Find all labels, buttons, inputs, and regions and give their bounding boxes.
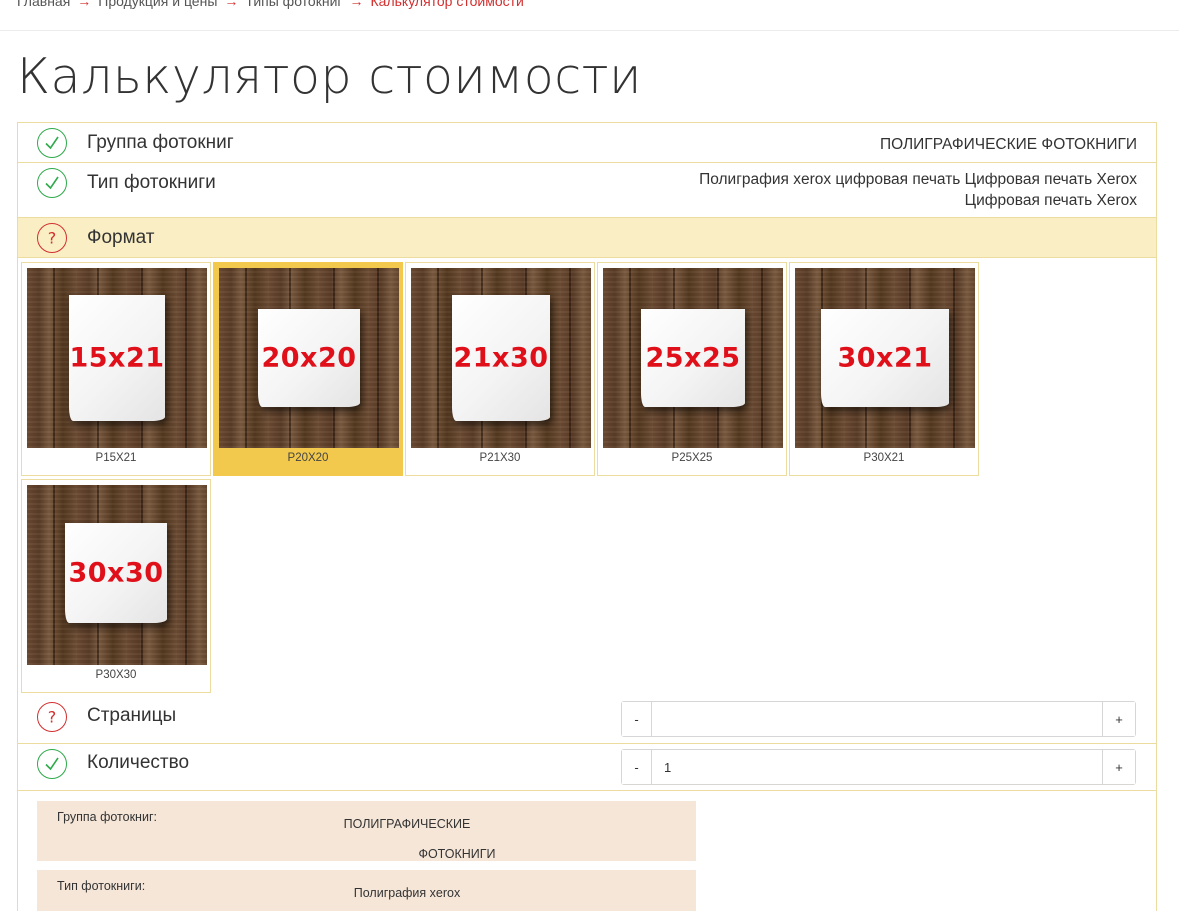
format-caption: P20X20 <box>287 452 329 464</box>
breadcrumb-separator: → <box>224 0 239 9</box>
format-caption: P25X25 <box>671 452 713 464</box>
calc-step-type[interactable]: Тип фотокниги Полиграфия xerox цифровая … <box>18 163 1156 218</box>
summary-key: Группа фотокниг: <box>57 810 157 824</box>
format-option-p25x25[interactable]: 25x25 P25X25 <box>597 262 787 476</box>
step-label: Формат <box>87 227 155 248</box>
format-caption: P30X30 <box>95 669 137 681</box>
step-value-line: Полиграфия xerox цифровая печать Цифрова… <box>699 171 1137 188</box>
page-title: Калькулятор стоимости <box>17 48 642 105</box>
summary-row: Группа фотокниг: ПОЛИГРАФИЧЕСКИЕ ФОТОКНИ… <box>37 801 696 861</box>
summary-value-line: ПОЛИГРАФИЧЕСКИЕ <box>343 817 471 831</box>
calc-step-format[interactable]: ? Формат <box>18 218 1156 258</box>
format-size-label: 20x20 <box>261 342 357 374</box>
format-option-p20x20[interactable]: 20x20 P20X20 <box>213 262 403 476</box>
format-option-p30x21[interactable]: 30x21 P30X21 <box>789 262 979 476</box>
format-caption: P21X30 <box>479 452 521 464</box>
format-thumbnail: 21x30 <box>411 268 591 448</box>
quantity-minus-button[interactable]: - <box>622 750 652 784</box>
format-thumbnail: 15x21 <box>27 268 207 448</box>
quantity-stepper: - + <box>621 749 1136 785</box>
format-option-p21x30[interactable]: 21x30 P21X30 <box>405 262 595 476</box>
summary-row: Тип фотокниги: Полиграфия xerox <box>37 870 696 911</box>
format-option-p30x30[interactable]: 30x30 P30X30 <box>21 479 211 693</box>
calc-step-quantity: Количество - + <box>18 744 1156 791</box>
format-option-p15x21[interactable]: 15x21 P15X21 <box>21 262 211 476</box>
format-caption: P15X21 <box>95 452 137 464</box>
step-label: Страницы <box>87 705 177 726</box>
price-calculator: Группа фотокниг ПОЛИГРАФИЧЕСКИЕ ФОТОКНИГ… <box>17 122 1157 911</box>
breadcrumb-separator: → <box>349 0 364 9</box>
format-thumbnail: 20x20 <box>219 268 399 448</box>
pages-input[interactable] <box>652 702 1102 736</box>
summary-key: Тип фотокниги: <box>57 879 146 893</box>
step-label: Тип фотокниги <box>87 172 216 193</box>
format-thumbnail: 30x21 <box>795 268 975 448</box>
quantity-input[interactable] <box>652 750 1102 784</box>
breadcrumb-separator: → <box>77 0 92 9</box>
format-thumbnail: 25x25 <box>603 268 783 448</box>
step-value: Полиграфия xerox цифровая печать Цифрова… <box>699 169 1137 211</box>
breadcrumb-link-products[interactable]: Продукция и цены <box>98 0 217 9</box>
format-size-label: 15x21 <box>69 342 165 374</box>
summary-value-line: ФОТОКНИГИ <box>418 847 496 861</box>
summary-value: Полиграфия xerox <box>287 878 527 908</box>
format-options: 15x21 P15X21 20x20 P20X20 21x30 P21X30 2… <box>21 262 1151 694</box>
header-divider <box>0 30 1179 31</box>
breadcrumb-link-photobook-types[interactable]: Типы фотокниг <box>245 0 342 9</box>
summary-value-line: Полиграфия xerox <box>353 886 461 900</box>
question-circle-icon: ? <box>37 223 67 253</box>
question-circle-icon: ? <box>37 702 67 732</box>
pages-minus-button[interactable]: - <box>622 702 652 736</box>
summary-value: ПОЛИГРАФИЧЕСКИЕ ФОТОКНИГИ <box>287 809 527 869</box>
breadcrumb-link-home[interactable]: Главная <box>17 0 70 9</box>
svg-text:?: ? <box>48 708 57 726</box>
format-caption: P30X21 <box>863 452 905 464</box>
svg-text:?: ? <box>48 229 57 247</box>
check-circle-icon <box>37 128 67 158</box>
format-size-label: 30x30 <box>68 557 164 589</box>
pages-stepper: - + <box>621 701 1136 737</box>
quantity-plus-button[interactable]: + <box>1102 750 1135 784</box>
breadcrumb: Главная → Продукция и цены → Типы фотокниг → К… <box>17 0 524 9</box>
calc-step-pages: ? Страницы - + <box>18 695 1156 744</box>
format-size-label: 25x25 <box>645 342 741 374</box>
step-value: ПОЛИГРАФИЧЕСКИЕ ФОТОКНИГИ <box>879 136 1137 153</box>
pages-plus-button[interactable]: + <box>1102 702 1135 736</box>
step-label: Группа фотокниг <box>87 132 234 153</box>
breadcrumb-current: Калькулятор стоимости <box>370 0 524 9</box>
step-value-line: Цифровая печать Xerox <box>964 192 1137 209</box>
format-thumbnail: 30x30 <box>27 485 207 665</box>
format-size-label: 30x21 <box>837 342 933 374</box>
calc-step-group[interactable]: Группа фотокниг ПОЛИГРАФИЧЕСКИЕ ФОТОКНИГ… <box>18 123 1156 163</box>
format-size-label: 21x30 <box>453 342 549 374</box>
check-circle-icon <box>37 168 67 198</box>
step-label: Количество <box>87 752 190 773</box>
check-circle-icon <box>37 749 67 779</box>
